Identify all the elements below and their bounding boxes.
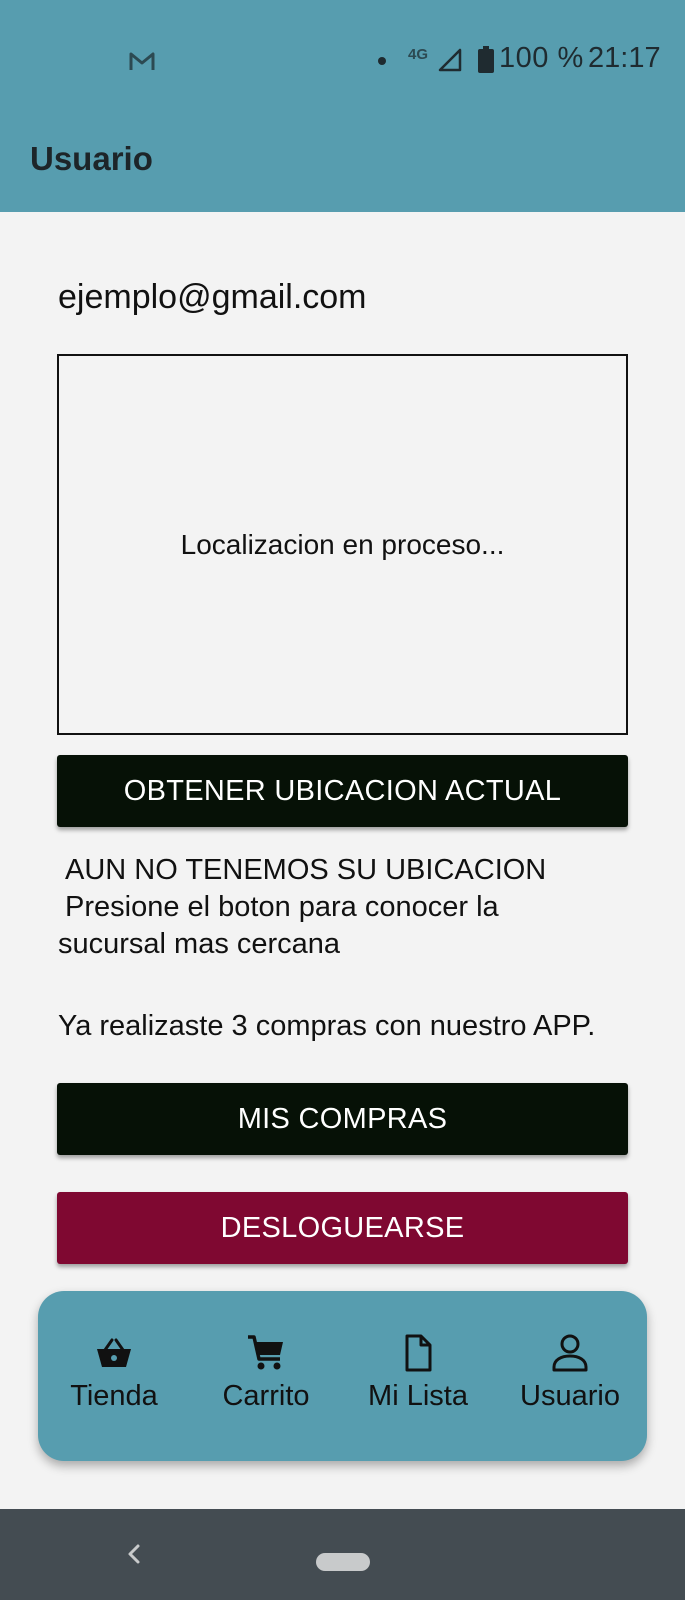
cart-icon (248, 1335, 283, 1370)
gmail-icon (129, 52, 155, 70)
app-screen: 4G 100 % 21:17 Usuario ejemplo@gmail.com… (0, 0, 685, 1600)
network-type: 4G (408, 46, 429, 63)
page-title: Usuario (30, 140, 153, 177)
nav-item-mi-lista[interactable]: Mi Lista (342, 1291, 494, 1461)
battery-icon (478, 46, 494, 73)
signal-icon (438, 48, 462, 72)
document-icon (405, 1334, 432, 1372)
notification-dot-icon (378, 57, 386, 65)
location-hint-line: Presione el boton para conocer la (65, 891, 499, 923)
system-navigation-bar (0, 1509, 685, 1600)
user-email: ejemplo@gmail.com (58, 278, 367, 316)
nav-item-tienda[interactable]: Tienda (38, 1291, 190, 1461)
location-hint-line-2: sucursal mas cercana (58, 928, 341, 960)
user-icon (552, 1334, 588, 1372)
back-icon[interactable] (122, 1541, 146, 1567)
get-location-button[interactable]: OBTENER UBICACION ACTUAL (57, 755, 628, 827)
bottom-navigation: Tienda Carrito Mi Lista Usuario (38, 1291, 647, 1461)
location-status-line: AUN NO TENEMOS SU UBICACION (65, 854, 547, 886)
status-bar: 4G 100 % 21:17 (0, 0, 685, 118)
nav-item-usuario[interactable]: Usuario (494, 1291, 646, 1461)
nav-label: Tienda (70, 1380, 158, 1412)
home-button[interactable] (316, 1553, 370, 1571)
map-status-text: Localizacion en proceso... (180, 528, 505, 560)
nav-label: Usuario (520, 1380, 620, 1412)
header: 4G 100 % 21:17 Usuario (0, 0, 685, 212)
logout-button[interactable]: DESLOGUEARSE (57, 1192, 628, 1264)
battery-percentage: 100 % (499, 42, 584, 74)
basket-icon (97, 1338, 131, 1367)
nav-label: Mi Lista (368, 1380, 468, 1412)
location-status: AUN NO TENEMOS SU UBICACION Presione el … (58, 852, 618, 963)
nav-item-carrito[interactable]: Carrito (190, 1291, 342, 1461)
nav-label: Carrito (222, 1380, 310, 1412)
my-purchases-button[interactable]: MIS COMPRAS (57, 1083, 628, 1155)
purchases-summary: Ya realizaste 3 compras con nuestro APP. (58, 1010, 596, 1042)
map-view[interactable]: Localizacion en proceso... (57, 354, 628, 735)
clock: 21:17 (588, 42, 661, 74)
